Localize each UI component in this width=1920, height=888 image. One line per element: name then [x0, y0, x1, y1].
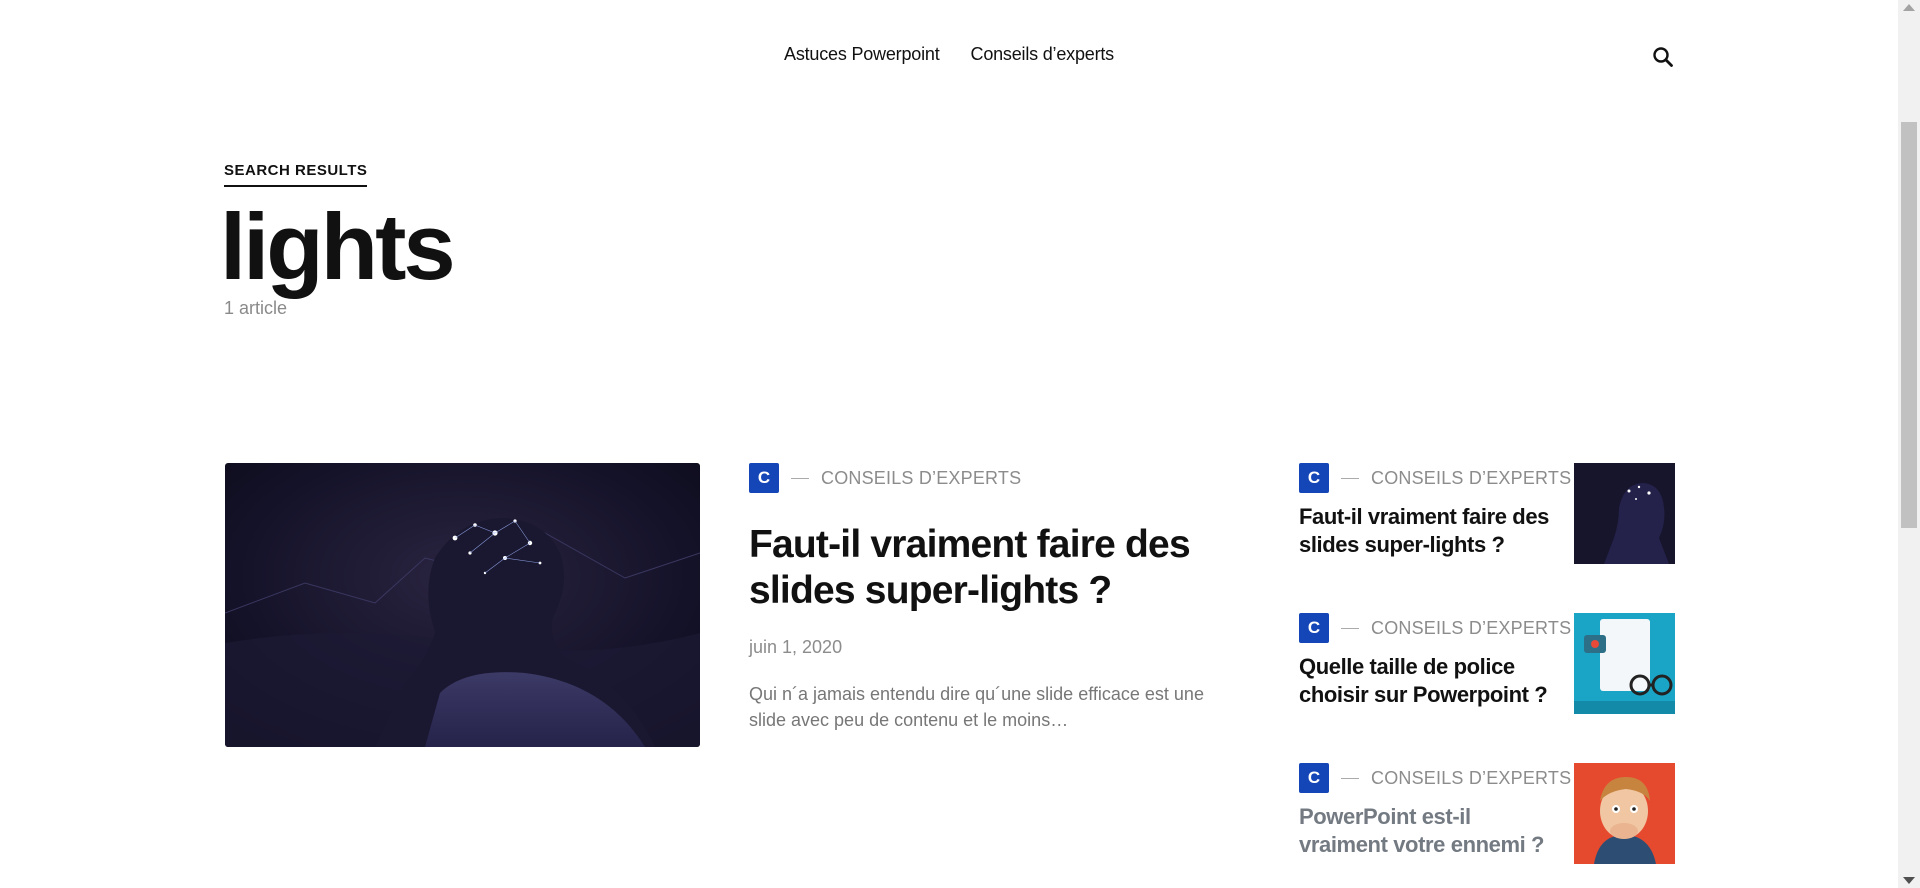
sidebar-article-3[interactable]: C CONSEILS D’EXPERTS PowerPoint est-il v… — [1299, 763, 1675, 865]
search-results-label: SEARCH RESULTS — [224, 162, 368, 187]
brain-lights-illustration — [225, 463, 700, 747]
main-article-title[interactable]: Faut-il vraiment faire des slides super-… — [749, 522, 1219, 614]
sidebar-category[interactable]: C CONSEILS D’EXPERTS — [1299, 763, 1571, 793]
main-article-category[interactable]: C CONSEILS D’EXPERTS — [749, 463, 1021, 493]
sidebar-article-title[interactable]: Faut-il vraiment faire des slides super-… — [1299, 503, 1559, 559]
category-badge: C — [1299, 463, 1329, 493]
sidebar-article-thumbnail[interactable] — [1574, 463, 1675, 564]
category-badge: C — [749, 463, 779, 493]
eye-chart-thumbnail — [1574, 613, 1675, 714]
scrollbar-thumb[interactable] — [1901, 122, 1917, 528]
category-divider — [1341, 477, 1359, 479]
search-button[interactable] — [1652, 46, 1676, 70]
search-icon — [1653, 47, 1673, 67]
category-label: CONSEILS D’EXPERTS — [1371, 617, 1572, 638]
nav-item-astuces-powerpoint[interactable]: Astuces Powerpoint — [784, 44, 940, 64]
main-article-image[interactable] — [225, 463, 700, 747]
category-label: CONSEILS D’EXPERTS — [1371, 467, 1572, 488]
sidebar-category[interactable]: C CONSEILS D’EXPERTS — [1299, 613, 1571, 643]
results-count: 1 article — [224, 298, 288, 318]
sidebar-article-1[interactable]: C CONSEILS D’EXPERTS Faut-il vraiment fa… — [1299, 463, 1675, 565]
category-badge: C — [1299, 613, 1329, 643]
category-label: CONSEILS D’EXPERTS — [1371, 767, 1572, 788]
main-nav: Astuces Powerpoint Conseils d’experts — [0, 44, 1898, 65]
scroll-down-arrow-icon[interactable] — [1903, 877, 1915, 884]
sidebar-article-title[interactable]: Quelle taille de police choisir sur Powe… — [1299, 653, 1559, 709]
main-article-excerpt: Qui n´a jamais entendu dire qu´une slide… — [749, 684, 1204, 730]
category-divider — [1341, 627, 1359, 629]
category-divider — [791, 477, 809, 479]
sidebar-category[interactable]: C CONSEILS D’EXPERTS — [1299, 463, 1571, 493]
category-divider — [1341, 777, 1359, 779]
sidebar-article-thumbnail[interactable] — [1574, 613, 1675, 714]
brain-lights-thumbnail — [1574, 463, 1675, 564]
nav-item-conseils-experts[interactable]: Conseils d’experts — [971, 44, 1115, 64]
category-badge: C — [1299, 763, 1329, 793]
sidebar-article-thumbnail[interactable] — [1574, 763, 1675, 864]
main-article-date: juin 1, 2020 — [749, 637, 843, 657]
category-label: CONSEILS D’EXPERTS — [821, 467, 1022, 488]
scroll-up-arrow-icon[interactable] — [1903, 4, 1915, 11]
page-scrollbar[interactable] — [1898, 0, 1920, 888]
sidebar-article-2[interactable]: C CONSEILS D’EXPERTS Quelle taille de po… — [1299, 613, 1675, 715]
search-query-title: lights — [220, 194, 456, 299]
sidebar-article-title[interactable]: PowerPoint est-il vraiment votre ennemi … — [1299, 803, 1559, 859]
scared-man-thumbnail — [1574, 763, 1675, 864]
